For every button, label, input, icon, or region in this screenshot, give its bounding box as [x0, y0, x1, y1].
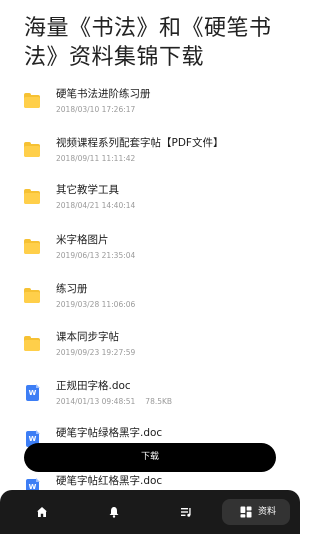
file-name: 其它教学工具: [56, 184, 119, 196]
tab-home[interactable]: [26, 499, 58, 525]
file-meta: 2018/04/21 14:40:14: [56, 201, 135, 211]
file-item-folder[interactable]: 视频课程系列配套字帖【PDF文件】 2018/09/11 11:11:42: [0, 135, 300, 181]
file-name: 练习册: [56, 283, 88, 295]
file-name: 课本同步字帖: [56, 331, 119, 343]
file-item-folder[interactable]: 练习册 2019/03/28 11:06:06: [0, 281, 300, 327]
file-item-folder[interactable]: 其它教学工具 2018/04/21 14:40:14: [0, 182, 300, 228]
file-date: 2019/09/23 19:27:59: [56, 348, 136, 357]
tab-playlist[interactable]: [170, 499, 202, 525]
bell-icon: [109, 507, 119, 518]
download-button[interactable]: 下载: [24, 443, 276, 472]
folder-icon: [24, 336, 40, 352]
file-date: 2019/06/13 21:35:04: [56, 251, 136, 260]
folder-icon: [24, 239, 40, 255]
playlist-icon: [181, 508, 191, 517]
file-meta: 2018/03/10 17:26:17: [56, 105, 135, 115]
file-size: 78.5KB: [145, 397, 173, 406]
file-item-folder[interactable]: 课本同步字帖 2019/09/23 19:27:59: [0, 329, 300, 375]
folder-icon: [24, 93, 40, 109]
file-date: 2018/09/11 11:11:42: [56, 154, 136, 163]
folder-icon: [24, 288, 40, 304]
file-item-folder[interactable]: 米字格图片 2019/06/13 21:35:04: [0, 232, 300, 278]
file-name: 硬笔书法进阶练习册: [56, 88, 151, 100]
file-meta: 2019/06/13 21:35:04: [56, 251, 135, 261]
grid-icon: [240, 506, 252, 518]
word-doc-icon: W: [24, 384, 40, 401]
file-meta: 2018/09/11 11:11:42: [56, 154, 135, 164]
tab-materials-label: 资料: [258, 507, 277, 517]
file-name: 正规田字格.doc: [56, 380, 131, 392]
file-date: 2019/03/28 11:06:06: [56, 300, 136, 309]
folder-icon: [24, 142, 40, 158]
file-meta: 2019/09/23 19:27:59: [56, 348, 135, 358]
file-item-folder[interactable]: 硬笔书法进阶练习册 2018/03/10 17:26:17: [0, 86, 300, 132]
file-date: 2014/01/13 09:48:51: [56, 397, 136, 406]
tab-notifications[interactable]: [98, 499, 130, 525]
home-icon: [37, 507, 47, 517]
file-date: 2018/03/10 17:26:17: [56, 105, 136, 114]
bottom-tab-bar: 资料: [0, 490, 300, 534]
file-meta: 2019/03/28 11:06:06: [56, 300, 135, 310]
file-meta: 2014/01/13 09:48:51 78.5KB: [56, 397, 172, 407]
file-name: 米字格图片: [56, 234, 109, 246]
file-name: 硬笔字帖红格黑字.doc: [56, 475, 163, 487]
folder-icon: [24, 189, 40, 205]
file-date: 2018/04/21 14:40:14: [56, 201, 136, 210]
tab-materials[interactable]: 资料: [222, 499, 290, 525]
file-item-doc[interactable]: W 正规田字格.doc 2014/01/13 09:48:51 78.5KB: [0, 378, 300, 424]
file-name: 视频课程系列配套字帖【PDF文件】: [56, 137, 224, 149]
file-name: 硬笔字帖绿格黑字.doc: [56, 427, 163, 439]
